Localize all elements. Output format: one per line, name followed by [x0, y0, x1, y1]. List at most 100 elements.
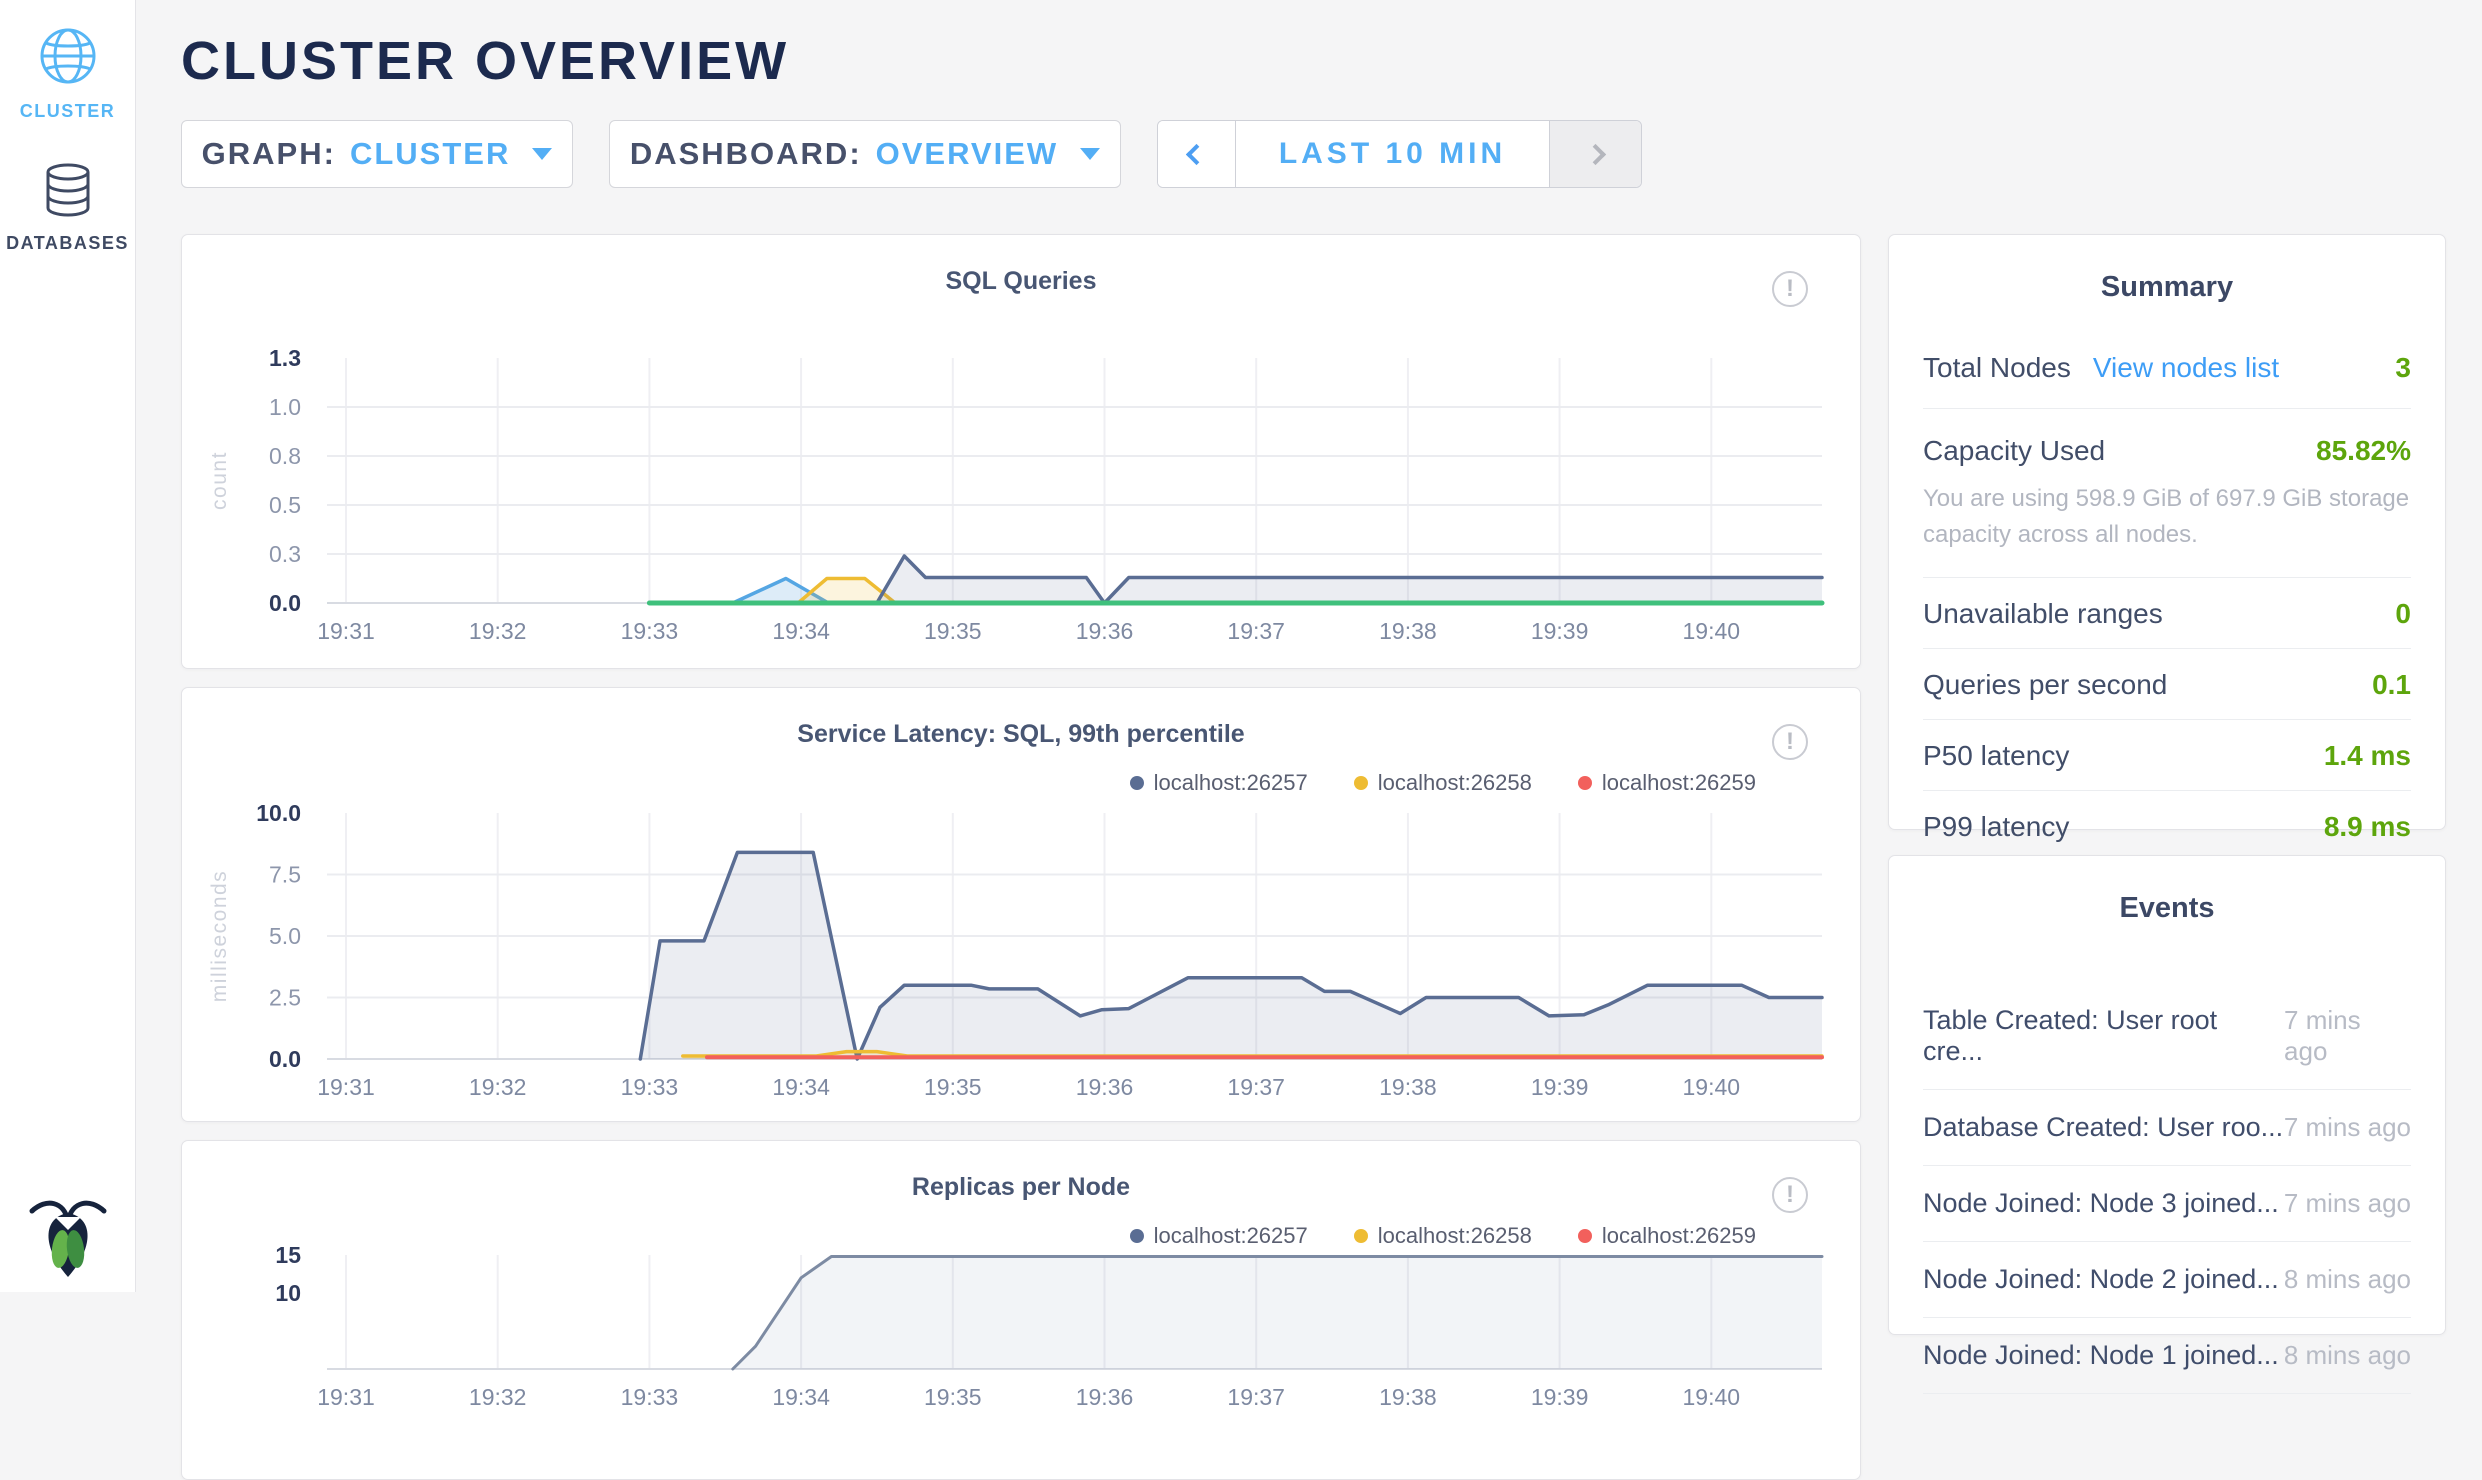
graph-dropdown-value: CLUSTER	[350, 136, 510, 172]
summary-row-total-nodes: Total Nodes View nodes list 3	[1923, 330, 2411, 408]
svg-text:19:33: 19:33	[621, 1384, 679, 1410]
svg-text:10.0: 10.0	[256, 800, 301, 826]
svg-text:10: 10	[275, 1280, 301, 1306]
event-time: 8 mins ago	[2284, 1340, 2411, 1371]
svg-text:19:31: 19:31	[317, 1074, 375, 1100]
summary-row-label: P50 latency	[1923, 740, 2069, 772]
svg-text:2.5: 2.5	[269, 985, 301, 1011]
svg-text:19:33: 19:33	[621, 1074, 679, 1100]
view-nodes-list-link[interactable]: View nodes list	[2093, 352, 2279, 384]
sidebar-item-label: DATABASES	[0, 233, 135, 254]
summary-row-value: 0	[2395, 598, 2411, 630]
event-row[interactable]: Database Created: User roo... 7 mins ago	[1923, 1090, 2411, 1166]
event-text: Node Joined: Node 3 joined...	[1923, 1188, 2279, 1219]
event-row[interactable]: Node Joined: Node 2 joined... 8 mins ago	[1923, 1242, 2411, 1318]
svg-text:19:34: 19:34	[772, 1384, 830, 1410]
svg-text:19:36: 19:36	[1076, 1384, 1134, 1410]
svg-text:19:38: 19:38	[1379, 1384, 1437, 1410]
svg-text:19:32: 19:32	[469, 1074, 527, 1100]
svg-text:19:37: 19:37	[1227, 1074, 1285, 1100]
sidebar: CLUSTER DATABASES	[0, 0, 136, 1292]
sidebar-item-label: CLUSTER	[0, 101, 135, 122]
time-prev-button[interactable]	[1158, 121, 1236, 187]
event-time: 7 mins ago	[2284, 1112, 2411, 1143]
event-time: 7 mins ago	[2284, 1188, 2411, 1219]
chart-replicas-per-node: Replicas per Node ! localhost:26257 loca…	[181, 1140, 1861, 1480]
svg-text:19:33: 19:33	[621, 618, 679, 644]
summary-row-value: 3	[2395, 352, 2411, 384]
side-panels: Summary Total Nodes View nodes list 3 Ca…	[1888, 234, 2446, 1335]
svg-text:19:34: 19:34	[772, 618, 830, 644]
svg-text:19:31: 19:31	[317, 618, 375, 644]
dashboard-dropdown-value: OVERVIEW	[876, 136, 1059, 172]
svg-text:19:39: 19:39	[1531, 1384, 1589, 1410]
svg-text:19:38: 19:38	[1379, 1074, 1437, 1100]
summary-panel: Summary Total Nodes View nodes list 3 Ca…	[1888, 234, 2446, 830]
summary-title: Summary	[1923, 271, 2411, 304]
time-range-selector: LAST 10 MIN	[1157, 120, 1642, 188]
chart-service-latency: Service Latency: SQL, 99th percentile ! …	[181, 687, 1861, 1122]
event-row[interactable]: Node Joined: Node 3 joined... 7 mins ago	[1923, 1166, 2411, 1242]
event-text: Table Created: User root cre...	[1923, 1005, 2284, 1067]
summary-row-value: 1.4 ms	[2324, 740, 2411, 772]
dashboard-dropdown-label: DASHBOARD:	[630, 136, 862, 172]
svg-text:19:35: 19:35	[924, 1384, 982, 1410]
controls-bar: GRAPH: CLUSTER DASHBOARD: OVERVIEW LAST …	[181, 120, 2446, 188]
svg-text:19:36: 19:36	[1076, 1074, 1134, 1100]
summary-row-p50-latency: P50 latency 1.4 ms	[1923, 719, 2411, 790]
summary-row-capacity-used: Capacity Used 85.82% You are using 598.9…	[1923, 408, 2411, 577]
svg-text:1.0: 1.0	[269, 394, 301, 420]
svg-text:19:39: 19:39	[1531, 618, 1589, 644]
summary-row-queries-per-second: Queries per second 0.1	[1923, 648, 2411, 719]
summary-row-value: 0.1	[2372, 669, 2411, 701]
chevron-right-icon	[1585, 143, 1606, 164]
svg-text:19:40: 19:40	[1683, 1074, 1741, 1100]
svg-text:19:36: 19:36	[1076, 618, 1134, 644]
chart-sql-queries: SQL Queries ! 19:3119:3219:3319:3419:351…	[181, 234, 1861, 669]
caret-down-icon	[532, 148, 552, 160]
svg-text:0.8: 0.8	[269, 443, 301, 469]
summary-row-label: Queries per second	[1923, 669, 2167, 701]
event-text: Node Joined: Node 1 joined...	[1923, 1340, 2279, 1371]
svg-text:5.0: 5.0	[269, 923, 301, 949]
svg-text:19:34: 19:34	[772, 1074, 830, 1100]
event-row[interactable]: Table Created: User root cre... 7 mins a…	[1923, 983, 2411, 1090]
summary-row-value: 8.9 ms	[2324, 811, 2411, 843]
time-next-button[interactable]	[1549, 121, 1641, 187]
svg-text:count: count	[208, 451, 231, 510]
caret-down-icon	[1080, 148, 1100, 160]
sidebar-item-databases[interactable]: DATABASES	[0, 122, 135, 254]
svg-text:0.0: 0.0	[269, 1046, 301, 1072]
databases-icon	[41, 162, 95, 223]
sidebar-item-cluster[interactable]: CLUSTER	[0, 0, 135, 122]
event-row[interactable]: Node Joined: Node 1 joined... 8 mins ago	[1923, 1318, 2411, 1394]
summary-row-label: Capacity Used	[1923, 435, 2105, 467]
svg-text:milliseconds: milliseconds	[208, 870, 231, 1002]
summary-row-unavailable-ranges: Unavailable ranges 0	[1923, 577, 2411, 648]
cockroach-bug-icon	[0, 1197, 136, 1284]
event-time: 8 mins ago	[2284, 1264, 2411, 1295]
graph-dropdown[interactable]: GRAPH: CLUSTER	[181, 120, 573, 188]
page-title: CLUSTER OVERVIEW	[181, 34, 2446, 88]
svg-text:19:40: 19:40	[1683, 618, 1741, 644]
svg-text:19:32: 19:32	[469, 618, 527, 644]
dashboard-dropdown[interactable]: DASHBOARD: OVERVIEW	[609, 120, 1121, 188]
svg-text:19:35: 19:35	[924, 1074, 982, 1100]
summary-row-value: 85.82%	[2316, 435, 2411, 467]
svg-text:19:35: 19:35	[924, 618, 982, 644]
events-title: Events	[1923, 892, 2411, 925]
summary-row-label: Unavailable ranges	[1923, 598, 2163, 630]
charts-column: SQL Queries ! 19:3119:3219:3319:3419:351…	[181, 234, 1861, 1480]
globe-icon	[38, 26, 98, 91]
sql-queries-plot: 19:3119:3219:3319:3419:3519:3619:3719:38…	[182, 235, 1860, 668]
service-latency-plot: 19:31 19:32 19:33 19:34 19:35 19:36 19:37 19:38…	[182, 688, 1860, 1121]
summary-row-label: Total Nodes	[1923, 352, 2071, 384]
time-range-label[interactable]: LAST 10 MIN	[1236, 121, 1549, 187]
svg-text:19:40: 19:40	[1683, 1384, 1741, 1410]
svg-text:19:38: 19:38	[1379, 618, 1437, 644]
summary-row-p99-latency: P99 latency 8.9 ms	[1923, 790, 2411, 861]
svg-text:15: 15	[275, 1242, 301, 1268]
svg-text:19:39: 19:39	[1531, 1074, 1589, 1100]
svg-text:19:31: 19:31	[317, 1384, 375, 1410]
svg-text:0.5: 0.5	[269, 492, 301, 518]
